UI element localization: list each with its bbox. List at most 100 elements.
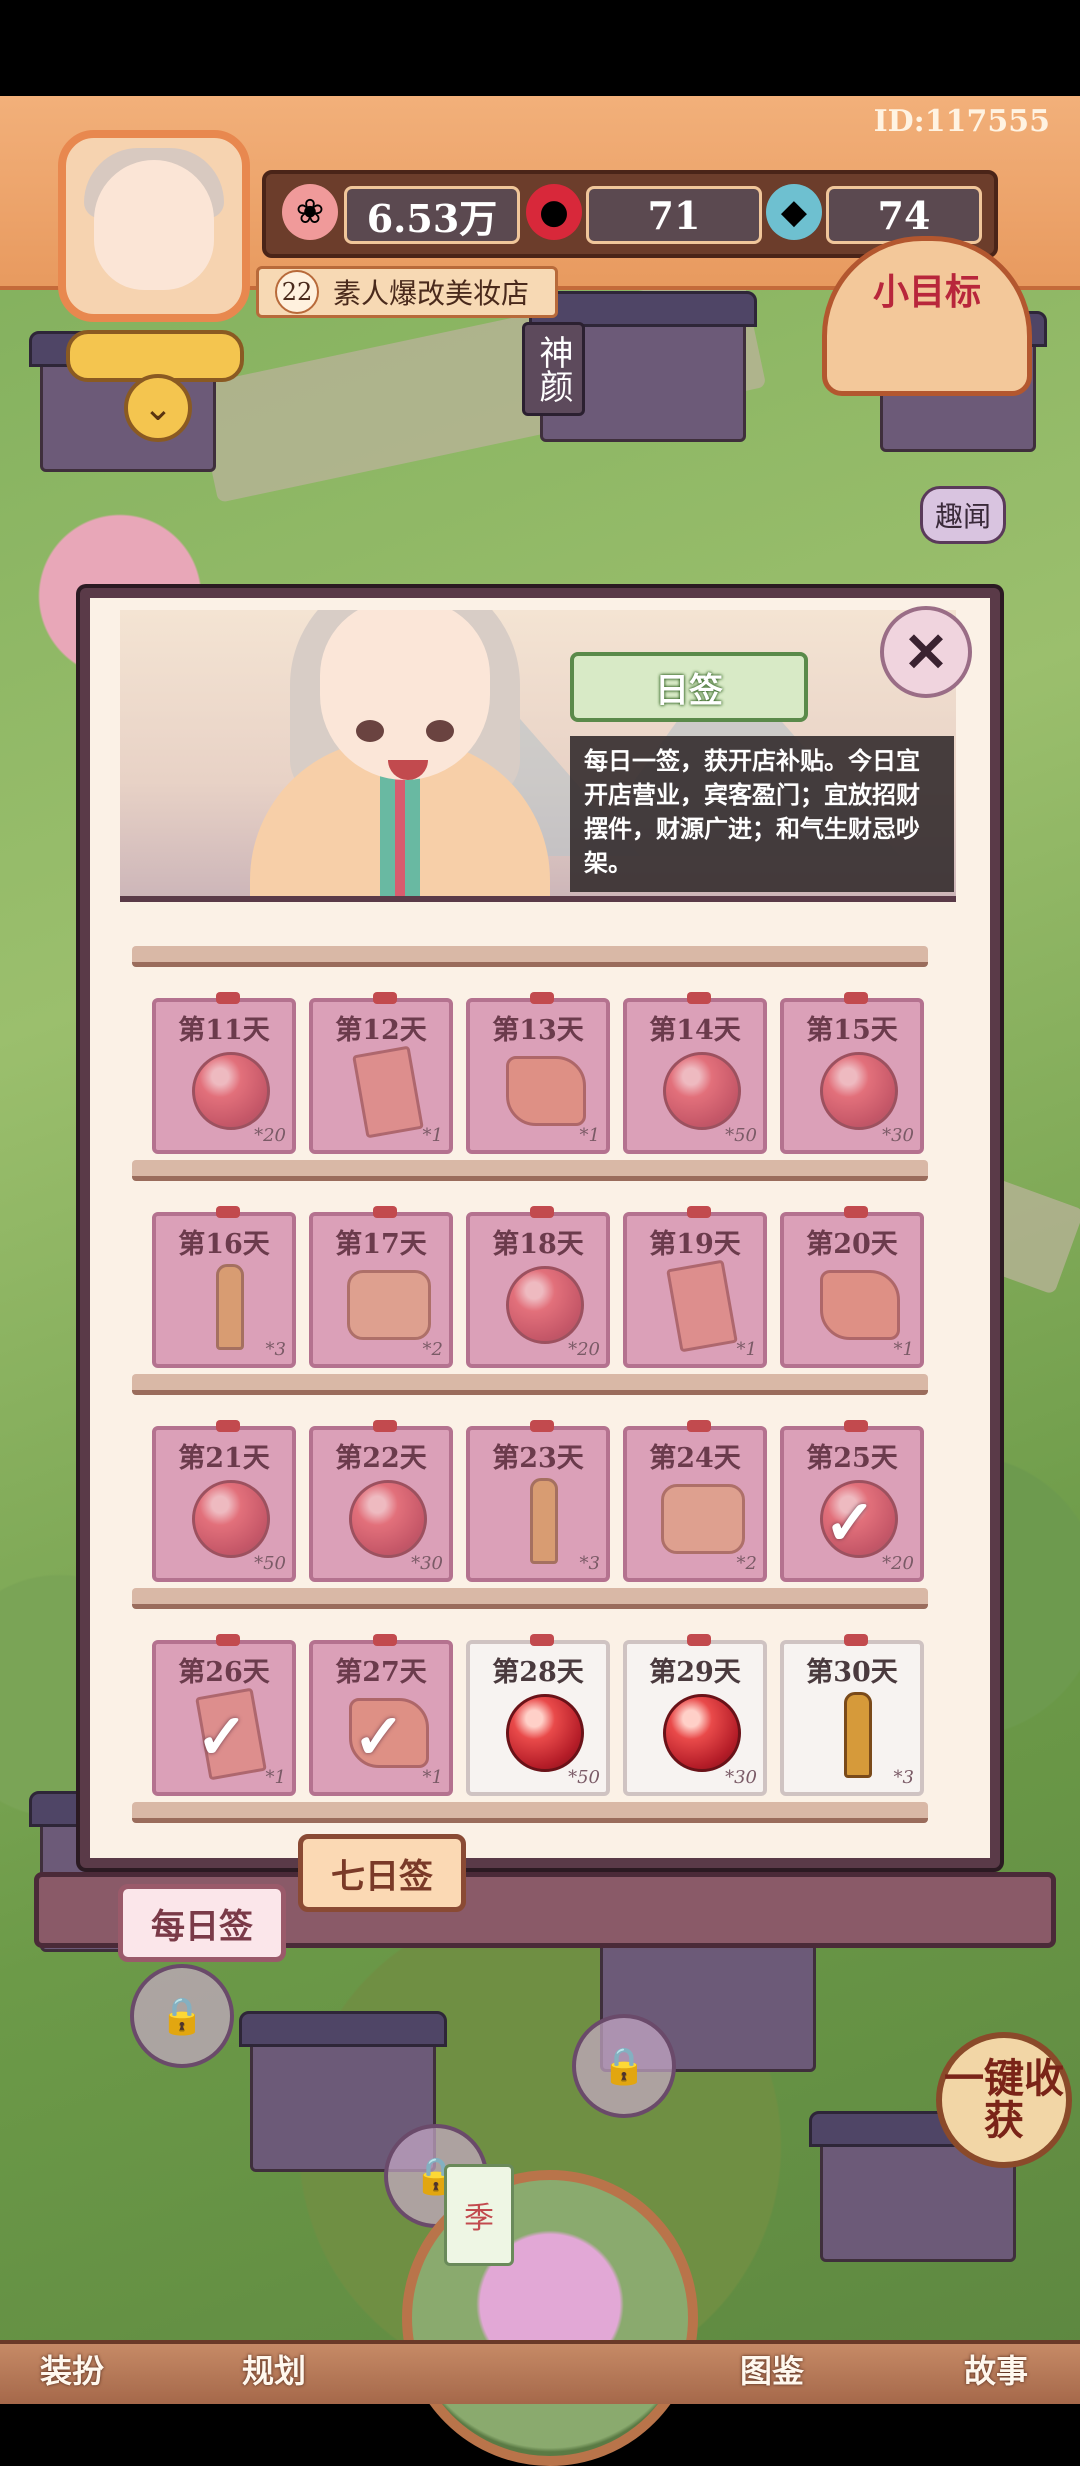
reward-count: *3 bbox=[579, 1553, 600, 1574]
reward-count: *50 bbox=[568, 1767, 600, 1788]
tab-seven-day-sign[interactable]: 七日签 bbox=[298, 1834, 466, 1912]
nav-planning[interactable]: 规划 bbox=[222, 2344, 326, 2394]
reward-count: *3 bbox=[893, 1767, 914, 1788]
reward-count: *1 bbox=[736, 1339, 757, 1360]
shelf-plank bbox=[132, 1802, 928, 1823]
reward-card[interactable]: 第23天 *3 bbox=[466, 1420, 610, 1582]
bow-icon bbox=[844, 1634, 868, 1646]
bow-icon bbox=[687, 992, 711, 1004]
bow-icon bbox=[216, 992, 240, 1004]
reward-card[interactable]: 第15天 *30 bbox=[780, 992, 924, 1154]
coin-amount[interactable]: 6.53万 bbox=[344, 186, 520, 244]
reward-count: *1 bbox=[422, 1125, 443, 1146]
bow-icon bbox=[216, 1634, 240, 1646]
reward-card[interactable]: 第13天 *1 bbox=[466, 992, 610, 1154]
reward-card[interactable]: 第14天 *50 bbox=[623, 992, 767, 1154]
reward-count: *20 bbox=[568, 1339, 600, 1360]
checkmark-icon: ✓ bbox=[824, 1486, 876, 1559]
signin-description: 每日一签，获开店补贴。今日宜开店营业，宾客盈门；宜放招财摆件，财源广进；和气生财… bbox=[570, 736, 954, 892]
bottom-nav bbox=[0, 2340, 1080, 2404]
reward-day-label: 第26天 bbox=[178, 1657, 270, 1688]
one-click-harvest-button[interactable]: 一键收获 bbox=[936, 2032, 1072, 2168]
reward-day-label: 第17天 bbox=[335, 1229, 427, 1260]
shen-yan-sign[interactable]: 神颜 bbox=[522, 322, 585, 416]
red-orb-icon bbox=[663, 1052, 741, 1130]
bow-icon bbox=[373, 1420, 397, 1432]
reward-count: *30 bbox=[882, 1125, 914, 1146]
reward-day-label: 第28天 bbox=[492, 1657, 584, 1688]
bow-icon bbox=[530, 1634, 554, 1646]
shelf-plank bbox=[132, 1374, 928, 1395]
reward-card[interactable]: 第16天 *3 bbox=[152, 1206, 296, 1368]
reward-day-label: 第21天 bbox=[178, 1443, 270, 1474]
locked-plot-icon[interactable]: 🔒 bbox=[130, 1964, 234, 2068]
bow-icon bbox=[216, 1420, 240, 1432]
red-orb-icon bbox=[192, 1052, 270, 1130]
bow-icon bbox=[530, 992, 554, 1004]
shop-level-tag[interactable]: 22 素人爆改美妆店 bbox=[256, 266, 559, 318]
hairpin-icon bbox=[216, 1264, 244, 1350]
reward-day-label: 第23天 bbox=[492, 1443, 584, 1474]
shelf-plank bbox=[132, 1160, 928, 1181]
reward-card[interactable]: 第17天 *2 bbox=[309, 1206, 453, 1368]
reward-day-label: 第27天 bbox=[335, 1657, 427, 1688]
scroll-icon bbox=[506, 1056, 586, 1126]
reward-count: *50 bbox=[254, 1553, 286, 1574]
reward-card[interactable]: 第25天 ✓ *20 bbox=[780, 1420, 924, 1582]
bow-icon bbox=[844, 992, 868, 1004]
reward-count: *30 bbox=[411, 1553, 443, 1574]
reward-day-label: 第12天 bbox=[335, 1015, 427, 1046]
shelf-plank bbox=[132, 946, 928, 967]
reward-card[interactable]: 第27天 ✓ *1 bbox=[309, 1634, 453, 1796]
blue-gem-amount[interactable]: 74 bbox=[826, 186, 982, 244]
reward-day-label: 第14天 bbox=[649, 1015, 741, 1046]
locked-plot-icon[interactable]: 🔒 bbox=[572, 2014, 676, 2118]
close-icon[interactable]: ✕ bbox=[880, 606, 972, 698]
reward-count: *20 bbox=[882, 1553, 914, 1574]
bow-icon bbox=[687, 1634, 711, 1646]
reward-count: *3 bbox=[265, 1339, 286, 1360]
season-tag[interactable]: 季 bbox=[444, 2164, 514, 2266]
reward-count: *2 bbox=[736, 1553, 757, 1574]
qu-wen-sign[interactable]: 趣闻 bbox=[920, 486, 1007, 544]
reward-card[interactable]: 第20天 *1 bbox=[780, 1206, 924, 1368]
reward-count: *1 bbox=[579, 1125, 600, 1146]
checkmark-icon: ✓ bbox=[353, 1700, 405, 1773]
chevron-down-icon[interactable]: ⌄ bbox=[124, 374, 192, 442]
reward-day-label: 第18天 bbox=[492, 1229, 584, 1260]
ticket-icon bbox=[352, 1045, 424, 1139]
reward-day-label: 第30天 bbox=[806, 1657, 898, 1688]
reward-card[interactable]: 第26天 ✓ *1 bbox=[152, 1634, 296, 1796]
red-orb-icon bbox=[192, 1480, 270, 1558]
gift-bundle-icon bbox=[661, 1484, 745, 1554]
reward-card[interactable]: 第11天 *20 bbox=[152, 992, 296, 1154]
reward-day-label: 第29天 bbox=[649, 1657, 741, 1688]
reward-count: *1 bbox=[893, 1339, 914, 1360]
reward-card[interactable]: 第12天 *1 bbox=[309, 992, 453, 1154]
daily-sign-tag: 日签 bbox=[570, 652, 808, 722]
reward-card[interactable]: 第18天 *20 bbox=[466, 1206, 610, 1368]
red-orb-icon: ● bbox=[526, 184, 582, 240]
hairpin-icon bbox=[844, 1692, 872, 1778]
reward-card[interactable]: 第28天 *50 bbox=[466, 1634, 610, 1796]
tab-daily-sign[interactable]: 每日签 bbox=[118, 1884, 286, 1962]
reward-card[interactable]: 第24天 *2 bbox=[623, 1420, 767, 1582]
reward-card[interactable]: 第22天 *30 bbox=[309, 1420, 453, 1582]
reward-card[interactable]: 第30天 *3 bbox=[780, 1634, 924, 1796]
hairpin-icon bbox=[530, 1478, 558, 1564]
reward-card[interactable]: 第21天 *50 bbox=[152, 1420, 296, 1582]
player-avatar[interactable] bbox=[58, 130, 250, 322]
character-portrait bbox=[320, 610, 490, 780]
nav-dress-up[interactable]: 装扮 bbox=[20, 2344, 124, 2394]
blue-gem-icon: ◆ bbox=[766, 184, 822, 240]
reward-count: *2 bbox=[422, 1339, 443, 1360]
bow-icon bbox=[216, 1206, 240, 1218]
reward-day-label: 第24天 bbox=[649, 1443, 741, 1474]
reward-card[interactable]: 第19天 *1 bbox=[623, 1206, 767, 1368]
red-orb-amount[interactable]: 71 bbox=[586, 186, 762, 244]
reward-card[interactable]: 第29天 *30 bbox=[623, 1634, 767, 1796]
nav-collection[interactable]: 图鉴 bbox=[720, 2344, 824, 2394]
reward-count: *50 bbox=[725, 1125, 757, 1146]
reward-shelves[interactable]: 第11天 *20 第12天 *1 第13天 *1 第14天 *50 第15天 *30 第16天 *3 第… bbox=[104, 910, 956, 1830]
nav-story[interactable]: 故事 bbox=[944, 2344, 1048, 2394]
